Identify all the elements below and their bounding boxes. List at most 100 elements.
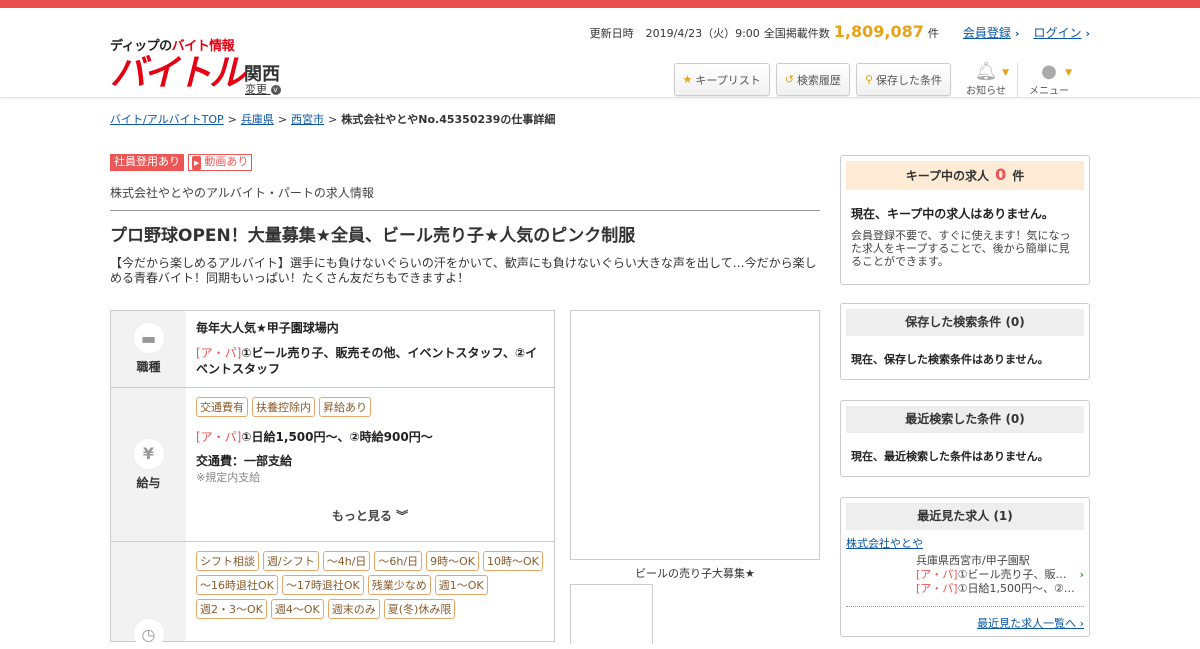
- salary-label: 給与: [136, 475, 161, 490]
- chip: 昇給あり: [319, 397, 371, 417]
- notification-button[interactable]: 🔔︎ ▼ お知らせ: [957, 62, 1015, 98]
- chevron-down-icon: v: [270, 85, 281, 95]
- keep-count: 0: [995, 165, 1007, 184]
- top-accent-bar: [0, 0, 1200, 8]
- register-link-label: 会員登録: [962, 26, 1011, 40]
- job-badges: 社員登用あり ▶ 動画あり: [110, 154, 820, 171]
- photo-caption: ビールの売り子大募集★: [635, 567, 755, 580]
- login-link-label: ログイン: [1033, 26, 1082, 40]
- chip: 週/シフト: [263, 551, 319, 571]
- double-chevron-down-icon: ︾: [396, 509, 409, 523]
- job-type-label: 職種: [136, 360, 161, 374]
- salary-value: ①日給1,500円～、②時給900円～: [241, 430, 433, 444]
- saved-count: (0): [1005, 315, 1025, 329]
- saved-conditions-button[interactable]: ⚲ 保存した条件: [855, 63, 951, 96]
- chip: 9時～OK: [426, 551, 479, 571]
- logo-tagline-highlight: バイト情報: [171, 39, 235, 54]
- saved-header: 保存した検索条件 (0): [846, 309, 1084, 336]
- search-history-button[interactable]: ↺ 検索履歴: [775, 63, 850, 96]
- chip: ～6h/日: [374, 551, 423, 571]
- recent-search-panel: 最近検索した条件 (0) 現在、最近検索した条件はありません。: [840, 400, 1090, 477]
- header-buttons: ★ キープリスト ↺ 検索履歴 ⚲ 保存した条件 🔔︎ ▼ お知らせ ● ▼ メニュー: [673, 62, 1079, 98]
- job-type-value: ①ビール売り子、販売その他、イベントスタッフ、②イベントスタッフ: [196, 346, 538, 376]
- video-badge-label: 動画あり: [204, 155, 249, 168]
- chip: 10時～OK: [482, 551, 543, 571]
- recent-tag: [ア・パ]: [916, 568, 958, 581]
- login-link[interactable]: ログイン: [1033, 24, 1081, 41]
- region-change-link[interactable]: 変更 v: [245, 81, 281, 97]
- recent-salary-line: [ア・パ]①日給1,500円～、②…: [916, 582, 1084, 596]
- breadcrumb-prefecture[interactable]: 兵庫県: [241, 113, 274, 126]
- site-stats: 更新日時 2019/4/23（火）9:00 全国掲載件数 1,809,087 件…: [590, 22, 1090, 41]
- search-history-label: 検索履歴: [796, 73, 841, 87]
- video-badge: ▶ 動画あり: [188, 154, 253, 171]
- row-job-type: ▬ 職種 毎年大人気★甲子園球場内 [ア・パ]①ビール売り子、販売その他、イベン…: [111, 311, 554, 387]
- job-photo[interactable]: [570, 310, 820, 560]
- chip: 夏(冬)休み限: [383, 599, 456, 619]
- listings-count: 1,809,087: [833, 22, 924, 41]
- search-icon: ⚲: [864, 73, 873, 86]
- register-link[interactable]: 会員登録: [963, 24, 1011, 41]
- row-body: 毎年大人気★甲子園球場内 [ア・パ]①ビール売り子、販売その他、イベントスタッフ…: [186, 311, 554, 387]
- recent-job-line: [ア・パ]①ビール売り子、販…: [916, 568, 1084, 582]
- photo-thumbnail[interactable]: [570, 584, 653, 644]
- keep-title: キープ中の求人: [905, 169, 990, 183]
- briefcase-icon: ▬: [133, 323, 164, 353]
- logo-tagline: ディップのバイト情報: [110, 35, 235, 54]
- salary-text: [ア・パ]①日給1,500円～、②時給900円～: [196, 429, 544, 445]
- keep-empty: 現在、キープ中の求人はありません。: [851, 207, 1054, 221]
- salary-tag: [ア・パ]: [196, 430, 242, 444]
- recent-job: ①ビール売り子、販…: [957, 568, 1067, 581]
- recent-view-header: 最近見た求人 (1): [846, 503, 1084, 530]
- recent-view-panel: 最近見た求人 (1) 株式会社やとや 兵庫県西宮市/甲子園駅 [ア・パ]①ビール…: [840, 497, 1090, 637]
- chip: 週2・3〜OK: [196, 599, 267, 619]
- chip: ～16時退社OK: [196, 575, 278, 595]
- recent-list-link[interactable]: 最近見た求人一覧へ ›: [846, 606, 1084, 631]
- chevron-down-icon: ▼: [1065, 68, 1072, 78]
- recent-company-link[interactable]: 株式会社やとや: [846, 535, 1084, 551]
- site-logo[interactable]: バイトル: [110, 54, 245, 94]
- breadcrumb-current: 株式会社やとやNo.45350239の仕事詳細: [341, 113, 556, 126]
- recent-search-title: 最近検索した条件: [905, 412, 1002, 426]
- recent-view-title: 最近見た求人: [917, 509, 990, 523]
- transport-text: 交通費：一部支給: [196, 454, 293, 468]
- saved-search-panel: 保存した検索条件 (0) 現在、保存した検索条件はありません。: [840, 303, 1090, 380]
- keep-list-button[interactable]: ★ キープリスト: [673, 63, 770, 96]
- row-body: 交通費有 扶養控除内 昇給あり [ア・パ]①日給1,500円～、②時給900円～…: [186, 388, 554, 541]
- recent-job-item[interactable]: 兵庫県西宮市/甲子園駅 [ア・パ]①ビール売り子、販… [ア・パ]①日給1,50…: [916, 554, 1084, 596]
- update-label: 更新日時: [589, 27, 634, 40]
- row-header: ▬ 職種: [111, 311, 186, 387]
- saved-body: 現在、保存した検索条件はありません。: [846, 351, 1084, 367]
- keep-panel: キープ中の求人 0 件 現在、キープ中の求人はありません。 会員登録不要で、すぐに使…: [840, 155, 1090, 285]
- breadcrumb-city[interactable]: 西宮市: [291, 113, 324, 126]
- menu-label: メニュー: [1029, 86, 1069, 97]
- breadcrumb-top[interactable]: バイト/アルバイトTOP: [110, 113, 224, 126]
- chevron-right-icon: ›: [1079, 568, 1084, 581]
- menu-button[interactable]: ● ▼ メニュー: [1020, 62, 1078, 98]
- saved-empty: 現在、保存した検索条件はありません。: [851, 353, 1049, 366]
- keep-unit: 件: [1012, 169, 1025, 183]
- chevron-down-icon: ▼: [1002, 68, 1009, 78]
- salary-chips: 交通費有 扶養控除内 昇給あり: [196, 397, 544, 417]
- job-location-title: 毎年大人気★甲子園球場内: [196, 321, 339, 335]
- job-tag: [ア・パ]: [196, 346, 242, 360]
- recent-salary: ①日給1,500円～、②…: [957, 582, 1075, 595]
- star-icon: ★: [682, 73, 693, 86]
- job-title: プロ野球OPEN！大量募集★全員、ビール売り子★人気のピンク制服: [110, 226, 636, 246]
- chip: ～17時退社OK: [281, 575, 364, 595]
- play-icon: ▶: [192, 156, 202, 170]
- company-line: 株式会社やとやのアルバイト・パートの求人情報: [110, 184, 820, 211]
- chevron-right-icon: ›: [1085, 27, 1090, 40]
- recent-search-count: (0): [1005, 412, 1025, 426]
- job-type-text: [ア・パ]①ビール売り子、販売その他、イベントスタッフ、②イベントスタッフ: [196, 345, 544, 377]
- chip: 残業少なめ: [367, 575, 431, 595]
- clock-icon: ◷: [133, 619, 164, 649]
- divider: [1017, 62, 1018, 97]
- recent-search-empty: 現在、最近検索した条件はありません。: [851, 450, 1049, 463]
- show-more-button[interactable]: もっと見る ︾: [196, 507, 544, 524]
- row-header: ◷: [111, 542, 186, 649]
- site-header: ディップのバイト情報 バイトル 関西 変更 v 更新日時 2019/4/23（火…: [0, 8, 1200, 98]
- keep-description: 会員登録不要で、すぐに使えます！気になった求人をキープすることで、後から簡単に見…: [851, 229, 1071, 268]
- job-info-table: ▬ 職種 毎年大人気★甲子園球場内 [ア・パ]①ビール売り子、販売その他、イベン…: [110, 310, 555, 649]
- recent-search-body: 現在、最近検索した条件はありません。: [846, 448, 1084, 464]
